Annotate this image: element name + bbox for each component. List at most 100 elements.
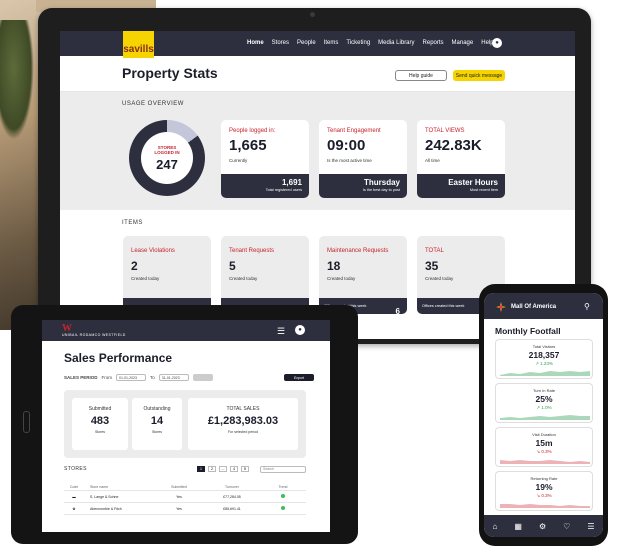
trend-icon xyxy=(260,506,306,511)
stat-label: TOTAL SALES xyxy=(226,406,260,412)
nav-people[interactable]: People xyxy=(297,40,316,46)
card-footer-value: 6 xyxy=(395,307,400,314)
metric-label: Total Visitors xyxy=(532,344,556,349)
nav-home[interactable]: Home xyxy=(247,40,264,46)
col-submitted[interactable]: Submitted xyxy=(154,485,204,489)
store-logo: ▬ xyxy=(72,494,76,499)
metric-label: Turn In Rate xyxy=(532,388,556,393)
send-message-button[interactable]: Send quick message xyxy=(453,70,505,81)
col-store-name[interactable]: Store name xyxy=(84,485,154,489)
maintenance-requests-card[interactable]: Maintenance Requests 18 Created today Of… xyxy=(319,236,407,314)
stat-sub: Stores xyxy=(151,430,163,434)
returning-rate-card[interactable]: Returning Rate 19% ↘ 0.3% xyxy=(495,471,593,511)
col-turnover[interactable]: Turnover xyxy=(204,485,260,489)
user-icon[interactable]: ● xyxy=(492,38,502,48)
usage-overview-label: USAGE OVERVIEW xyxy=(122,101,184,107)
to-date-input[interactable]: 31-01-2023 xyxy=(158,374,189,381)
table-row[interactable]: ▬ S. Lange & Sohne Yes £77,284.05 xyxy=(64,491,306,503)
sparkline xyxy=(500,504,590,508)
page-4[interactable]: 4 xyxy=(230,466,238,472)
card-footer-value: Thursday xyxy=(363,178,400,187)
card-title: Tenant Requests xyxy=(229,248,275,254)
savills-logo[interactable]: savills xyxy=(123,31,154,58)
page-1[interactable]: 1 xyxy=(197,466,205,472)
user-icon[interactable]: ● xyxy=(295,325,305,335)
page-2[interactable]: 2 xyxy=(208,466,216,472)
card-footer-value: Easter Hours xyxy=(448,178,498,187)
tablet-home-button[interactable] xyxy=(23,411,30,433)
to-label: To xyxy=(150,375,155,380)
card-sub: Created today xyxy=(327,276,356,281)
webcam xyxy=(310,12,315,17)
page-ellipsis: ... xyxy=(219,466,227,472)
col-code[interactable]: Code xyxy=(64,485,84,489)
sparkline xyxy=(500,415,590,420)
stat-label: Outstanding xyxy=(143,406,171,412)
trend-down-icon: ↘ xyxy=(536,449,541,454)
nav-media-library[interactable]: Media Library xyxy=(378,40,414,46)
westfield-logo-text: UNIBAIL RODAMCO WESTFIELD xyxy=(62,333,126,337)
donut-center: STORES LOGGED IN 247 xyxy=(141,132,193,184)
help-guide-button[interactable]: Help guide xyxy=(395,70,447,81)
metric-change: ↗ 1.23% xyxy=(496,361,592,367)
stores-table: Code Store name Submitted Turnover Trend… xyxy=(64,483,306,515)
pagination: 1 2 ... 4 5 xyxy=(197,466,249,472)
turn-in-rate-card[interactable]: Turn In Rate 25% ↗ 1.0% xyxy=(495,383,593,423)
col-trend[interactable]: Trend xyxy=(260,485,306,489)
from-date-input[interactable]: 01-01-2023 xyxy=(116,374,147,381)
grid-icon[interactable]: ▦ xyxy=(514,522,522,531)
hamburger-menu-icon[interactable]: ☰ xyxy=(277,326,285,337)
metric-change-value: 0.3% xyxy=(541,493,552,498)
total-visitors-card[interactable]: Total Visitors 218,357 ↗ 1.23% xyxy=(495,339,593,379)
settings-icon[interactable]: ⚙ xyxy=(539,522,546,531)
card-footer-value: 1,691 xyxy=(281,178,302,187)
phone-tab-bar: ⌂ ▦ ⚙ ♡ ☰ xyxy=(484,515,603,537)
nav-stores[interactable]: Stores xyxy=(272,40,289,46)
visit-duration-card[interactable]: Visit Duration 15m ↘ 0.3% xyxy=(495,427,593,467)
nav-manage[interactable]: Manage xyxy=(452,40,474,46)
card-value: 2 xyxy=(131,259,138,273)
store-logo: ✿ xyxy=(72,506,76,511)
desktop-navbar: savills Home Stores People Items Ticketi… xyxy=(60,31,575,58)
store-submitted: Yes xyxy=(176,506,182,511)
card-sub: Created today xyxy=(425,276,454,281)
metric-change: ↗ 1.0% xyxy=(496,405,592,411)
metric-change: ↘ 0.3% xyxy=(496,449,592,455)
menu-icon[interactable]: ☰ xyxy=(587,522,594,531)
footfall-title: Monthly Footfall xyxy=(495,326,561,336)
submitted-stat: Submitted 483 Stores xyxy=(72,398,128,450)
total-views-card[interactable]: TOTAL VIEWS 242.83K All time Easter Hour… xyxy=(417,120,505,198)
metric-label: Returning Rate xyxy=(530,476,558,481)
tenant-engagement-card[interactable]: Tenant Engagement 09:00 Is the most acti… xyxy=(319,120,407,198)
card-value: 35 xyxy=(425,259,439,273)
nav-items[interactable]: Items xyxy=(324,40,339,46)
home-icon[interactable]: ⌂ xyxy=(493,522,498,531)
people-logged-in-card[interactable]: People logged in: 1,665 Currently 1,691 … xyxy=(221,120,309,198)
nav-reports[interactable]: Reports xyxy=(423,40,444,46)
stat-value: 14 xyxy=(150,415,164,427)
card-sub: Is the most active time xyxy=(327,158,372,163)
store-name: S. Lange & Sohne xyxy=(90,494,119,499)
sales-period-label: SALES PERIOD xyxy=(64,375,98,380)
apply-button[interactable] xyxy=(192,374,213,381)
store-name: Abercrombie & Fitch xyxy=(90,506,122,511)
search-icon[interactable]: ⚲ xyxy=(584,302,590,311)
metric-value: 19% xyxy=(535,482,553,492)
store-search-input[interactable]: Search xyxy=(260,466,306,473)
sparkline xyxy=(500,371,590,376)
store-turnover: £85,691.41 xyxy=(223,506,241,511)
table-row[interactable]: ✿ Abercrombie & Fitch Yes £85,691.41 xyxy=(64,503,306,515)
nav-ticketing[interactable]: Ticketing xyxy=(346,40,370,46)
heart-icon[interactable]: ♡ xyxy=(563,522,570,531)
desktop-title-row: Property Stats Help guide Send quick mes… xyxy=(60,56,575,92)
trend-down-icon: ↘ xyxy=(536,493,541,498)
lease-violations-card[interactable]: Lease Violations 2 Created today 28 xyxy=(123,236,211,314)
export-button[interactable]: Export xyxy=(284,374,314,381)
phone-navbar: Mall Of America ⚲ xyxy=(484,293,603,319)
metric-change-value: 0.3% xyxy=(541,449,552,454)
mall-of-america-logo[interactable] xyxy=(496,302,506,312)
tenant-requests-card[interactable]: Tenant Requests 5 Created today 3 xyxy=(221,236,309,314)
card-footer-sub: Total registered users xyxy=(265,188,302,192)
page-5[interactable]: 5 xyxy=(241,466,249,472)
page-title: Property Stats xyxy=(122,65,218,81)
